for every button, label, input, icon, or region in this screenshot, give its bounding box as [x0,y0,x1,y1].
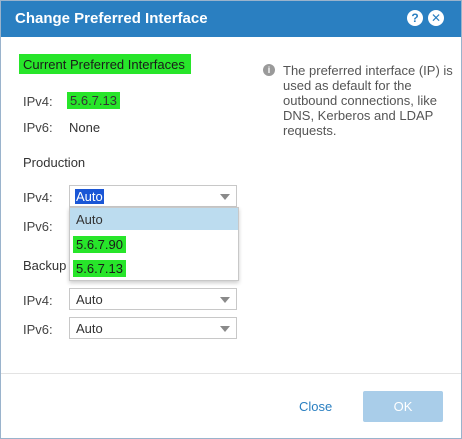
dialog-title: Change Preferred Interface [15,10,208,27]
production-ipv4-label: IPv4: [23,190,53,205]
production-heading: Production [23,155,86,170]
backup-ipv6-label: IPv6: [23,322,53,337]
info-icon: i [263,64,275,76]
backup-ipv4-label: IPv4: [23,293,53,308]
current-ipv6-label: IPv6: [23,120,53,135]
production-ipv4-selected-value: Auto [75,189,104,204]
current-ipv4-value: 5.6.7.13 [67,92,120,109]
current-ipv4-label: IPv4: [23,94,53,109]
backup-ipv4-select[interactable]: Auto [69,288,237,310]
current-ipv6-value: None [69,120,101,135]
backup-heading: Backup [23,258,67,273]
chevron-down-icon [220,297,230,303]
close-button[interactable]: Close [299,399,332,414]
chevron-down-icon [220,194,230,200]
footer-divider [1,373,461,374]
change-preferred-interface-dialog: Change Preferred Interface ? ✕ Current P… [0,0,462,439]
production-ipv6-label: IPv6: [23,219,53,234]
ok-button[interactable]: OK [363,391,443,422]
backup-ipv4-selected-value: Auto [76,292,103,307]
backup-ipv6-selected-value: Auto [76,321,103,336]
dropdown-option-auto[interactable]: Auto [70,208,238,230]
dropdown-option-5-6-7-13[interactable]: 5.6.7.13 [70,256,238,278]
production-ipv4-dropdown: Auto 5.6.7.90 5.6.7.13 [69,207,239,281]
current-interfaces-heading: Current Preferred Interfaces [19,54,191,74]
dialog-titlebar: Change Preferred Interface ? ✕ [1,1,461,37]
close-icon[interactable]: ✕ [428,10,444,26]
backup-ipv6-select[interactable]: Auto [69,317,237,339]
help-icon[interactable]: ? [407,10,423,26]
chevron-down-icon [220,326,230,332]
info-text: The preferred interface (IP) is used as … [283,63,453,138]
production-ipv4-select[interactable]: Auto [69,185,237,207]
dropdown-option-5-6-7-90[interactable]: 5.6.7.90 [70,232,238,254]
